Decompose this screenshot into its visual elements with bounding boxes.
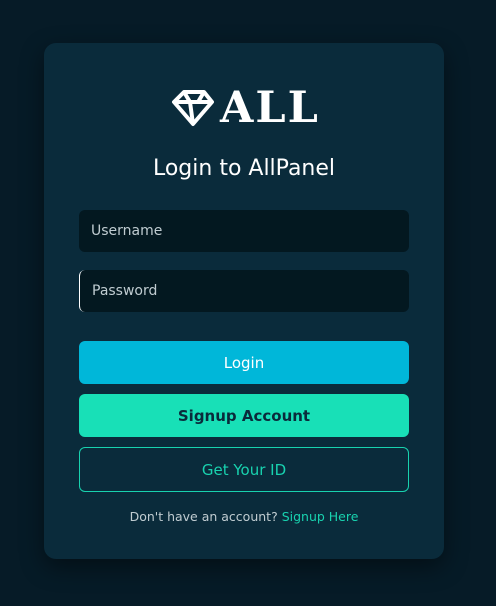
logo-text: ALL <box>220 83 320 133</box>
diamond-icon <box>172 90 214 126</box>
get-your-id-button[interactable]: Get Your ID <box>79 447 409 492</box>
page: ALL Login to AllPanel Login Signup Accou… <box>0 0 496 606</box>
login-button[interactable]: Login <box>79 341 409 384</box>
signup-account-button[interactable]: Signup Account <box>79 394 409 437</box>
page-title: Login to AllPanel <box>152 156 336 181</box>
signup-prompt: Don't have an account? Signup Here <box>44 509 444 524</box>
brand-logo: ALL <box>170 83 320 133</box>
signup-here-link[interactable]: Signup Here <box>282 509 359 524</box>
get-your-id-button-label: Get Your ID <box>201 460 287 479</box>
signup-prompt-text: Don't have an account? <box>129 509 278 524</box>
login-card: ALL Login to AllPanel Login Signup Accou… <box>44 43 444 559</box>
password-input[interactable] <box>79 270 409 312</box>
signup-account-button-label: Signup Account <box>177 406 311 425</box>
login-button-label: Login <box>223 353 265 372</box>
username-input[interactable] <box>79 210 409 252</box>
